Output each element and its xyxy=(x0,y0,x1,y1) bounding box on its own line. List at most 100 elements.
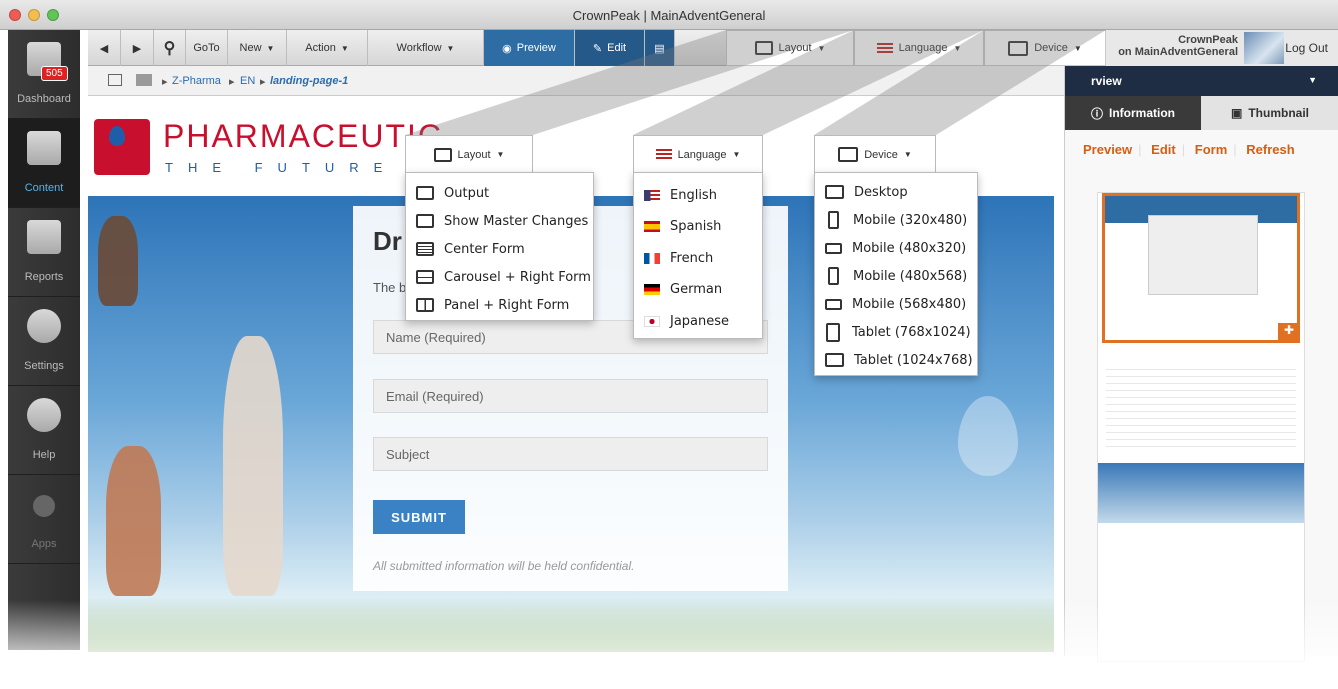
language-dropdown-button[interactable]: Language ▼ xyxy=(633,135,763,173)
move-icon[interactable]: ✚ xyxy=(1278,323,1300,343)
panel-tabs: ⓘ Information ▣ Thumbnail xyxy=(1065,96,1338,130)
device-option-desktop[interactable]: Desktop xyxy=(815,178,908,206)
sidebar-item-content[interactable]: Content xyxy=(8,119,80,208)
language-menu: English Spanish French German Japanese xyxy=(633,172,763,339)
language-dropdown-label: Language xyxy=(677,148,727,161)
device-option-mobile-480x320[interactable]: Mobile (480x320) xyxy=(815,234,966,262)
layout-dropdown-header[interactable]: Layout ▼ xyxy=(726,30,854,66)
master-changes-icon xyxy=(416,214,434,228)
menu-item-label: Spanish xyxy=(670,218,722,234)
form-button[interactable]: ▤ xyxy=(645,30,675,66)
avatar[interactable] xyxy=(1244,32,1284,64)
menu-item-label: Tablet (768x1024) xyxy=(852,324,971,340)
chevron-down-icon: ▼ xyxy=(732,150,741,159)
edit-label: Edit xyxy=(607,42,627,54)
sidebar-item-help[interactable]: Help xyxy=(8,386,80,475)
eye-icon: ◉ xyxy=(502,42,512,55)
layout-option-center-form[interactable]: Center Form xyxy=(406,235,525,263)
preview-button[interactable]: ◉ Preview xyxy=(484,30,575,66)
chevron-down-icon: ▼ xyxy=(953,43,962,53)
language-option-spanish[interactable]: Spanish xyxy=(634,212,721,240)
spain-flag-icon xyxy=(644,220,660,232)
page-thumbnail[interactable]: ✚ xyxy=(1097,192,1305,662)
preview-link[interactable]: Preview xyxy=(1083,142,1132,157)
sidebar-item-reports[interactable]: Reports xyxy=(8,208,80,297)
forward-button[interactable]: ▶ xyxy=(121,30,154,66)
layout-menu: Output Show Master Changes Center Form C… xyxy=(405,172,594,321)
france-flag-icon xyxy=(644,252,660,264)
breadcrumb-separator-icon: ▸ xyxy=(162,76,168,88)
email-field[interactable]: Email (Required) xyxy=(373,379,768,413)
form-intro: The b xyxy=(373,280,407,295)
layout-dropdown-button[interactable]: Layout ▼ xyxy=(405,135,533,173)
edit-link[interactable]: Edit xyxy=(1151,142,1176,157)
sidebar-item-apps[interactable]: Apps xyxy=(8,475,80,564)
tab-information[interactable]: ⓘ Information xyxy=(1065,96,1201,130)
sidebar-item-settings[interactable]: Settings xyxy=(8,297,80,386)
device-dropdown-button[interactable]: Device ▼ xyxy=(814,135,936,173)
carousel-icon xyxy=(416,270,434,284)
person-image xyxy=(223,336,283,596)
tab-label: Information xyxy=(1109,106,1175,120)
new-button[interactable]: New ▼ xyxy=(228,30,287,66)
new-label: New xyxy=(239,42,262,54)
pharma-logo-icon xyxy=(94,119,150,175)
phone-portrait-icon xyxy=(828,211,839,229)
edit-icon: ✎ xyxy=(592,42,603,55)
person-image xyxy=(98,216,138,306)
folder-icon xyxy=(136,74,152,86)
device-option-mobile-320x480[interactable]: Mobile (320x480) xyxy=(815,206,967,234)
breadcrumb-item[interactable]: EN xyxy=(240,75,255,87)
panel-icon xyxy=(416,298,434,312)
layout-option-carousel-right-form[interactable]: Carousel + Right Form xyxy=(406,263,591,291)
language-option-french[interactable]: French xyxy=(634,244,713,272)
menu-item-label: Center Form xyxy=(444,241,525,257)
breadcrumb-item[interactable]: landing-page-1 xyxy=(270,75,348,87)
child-image xyxy=(106,446,161,596)
layout-option-master-changes[interactable]: Show Master Changes xyxy=(406,207,588,235)
workflow-label: Workflow xyxy=(396,42,442,54)
goto-button[interactable]: GoTo xyxy=(186,30,228,66)
edit-icon xyxy=(27,131,61,165)
search-button[interactable]: ⚲ xyxy=(154,30,186,66)
logout-link[interactable]: Log Out xyxy=(1285,41,1328,55)
site-logo-text: PHARMACEUTIC xyxy=(163,118,444,154)
info-icon: ⓘ xyxy=(1090,106,1103,121)
device-option-mobile-480x568[interactable]: Mobile (480x568) xyxy=(815,262,967,290)
workflow-button[interactable]: Workflow ▼ xyxy=(368,30,484,66)
title-bar: CrownPeak | MainAdventGeneral xyxy=(0,0,1338,30)
device-option-tablet-768x1024[interactable]: Tablet (768x1024) xyxy=(815,318,971,346)
layout-option-panel-right-form[interactable]: Panel + Right Form xyxy=(406,291,569,319)
refresh-link[interactable]: Refresh xyxy=(1246,142,1294,157)
submit-button[interactable]: SUBMIT xyxy=(373,500,465,534)
device-label: Device xyxy=(1034,42,1068,54)
device-option-mobile-568x480[interactable]: Mobile (568x480) xyxy=(815,290,966,318)
panel-title: rview xyxy=(1091,74,1122,88)
output-icon xyxy=(416,186,434,200)
back-button[interactable]: ◀ xyxy=(88,30,121,66)
tab-thumbnail[interactable]: ▣ Thumbnail xyxy=(1201,96,1338,130)
language-label: Language xyxy=(898,42,948,54)
collapse-icon[interactable] xyxy=(108,74,122,86)
preview-label: Preview xyxy=(516,42,556,54)
bottom-fade xyxy=(0,600,1338,689)
action-button[interactable]: Action ▼ xyxy=(287,30,368,66)
language-option-german[interactable]: German xyxy=(634,275,722,303)
layout-icon xyxy=(754,41,773,55)
device-dropdown-header[interactable]: Device ▼ xyxy=(984,30,1106,66)
device-option-tablet-1024x768[interactable]: Tablet (1024x768) xyxy=(815,346,973,374)
language-option-english[interactable]: English xyxy=(634,181,717,209)
menu-item-label: Tablet (1024x768) xyxy=(854,352,973,368)
form-link[interactable]: Form xyxy=(1195,142,1228,157)
link-separator: | xyxy=(1138,142,1142,157)
layout-option-output[interactable]: Output xyxy=(406,179,489,207)
chevron-down-icon[interactable]: ▼ xyxy=(1308,75,1317,85)
language-dropdown-header[interactable]: Language ▼ xyxy=(854,30,984,66)
sidebar-item-dashboard[interactable]: 505 Dashboard xyxy=(8,30,80,119)
breadcrumb-item[interactable]: Z-Pharma xyxy=(172,75,221,87)
edit-button[interactable]: ✎ Edit xyxy=(575,30,645,66)
subject-field[interactable]: Subject xyxy=(373,437,768,471)
monitor-icon xyxy=(838,147,859,162)
language-option-japanese[interactable]: Japanese xyxy=(634,307,729,335)
layout-icon xyxy=(433,147,452,162)
